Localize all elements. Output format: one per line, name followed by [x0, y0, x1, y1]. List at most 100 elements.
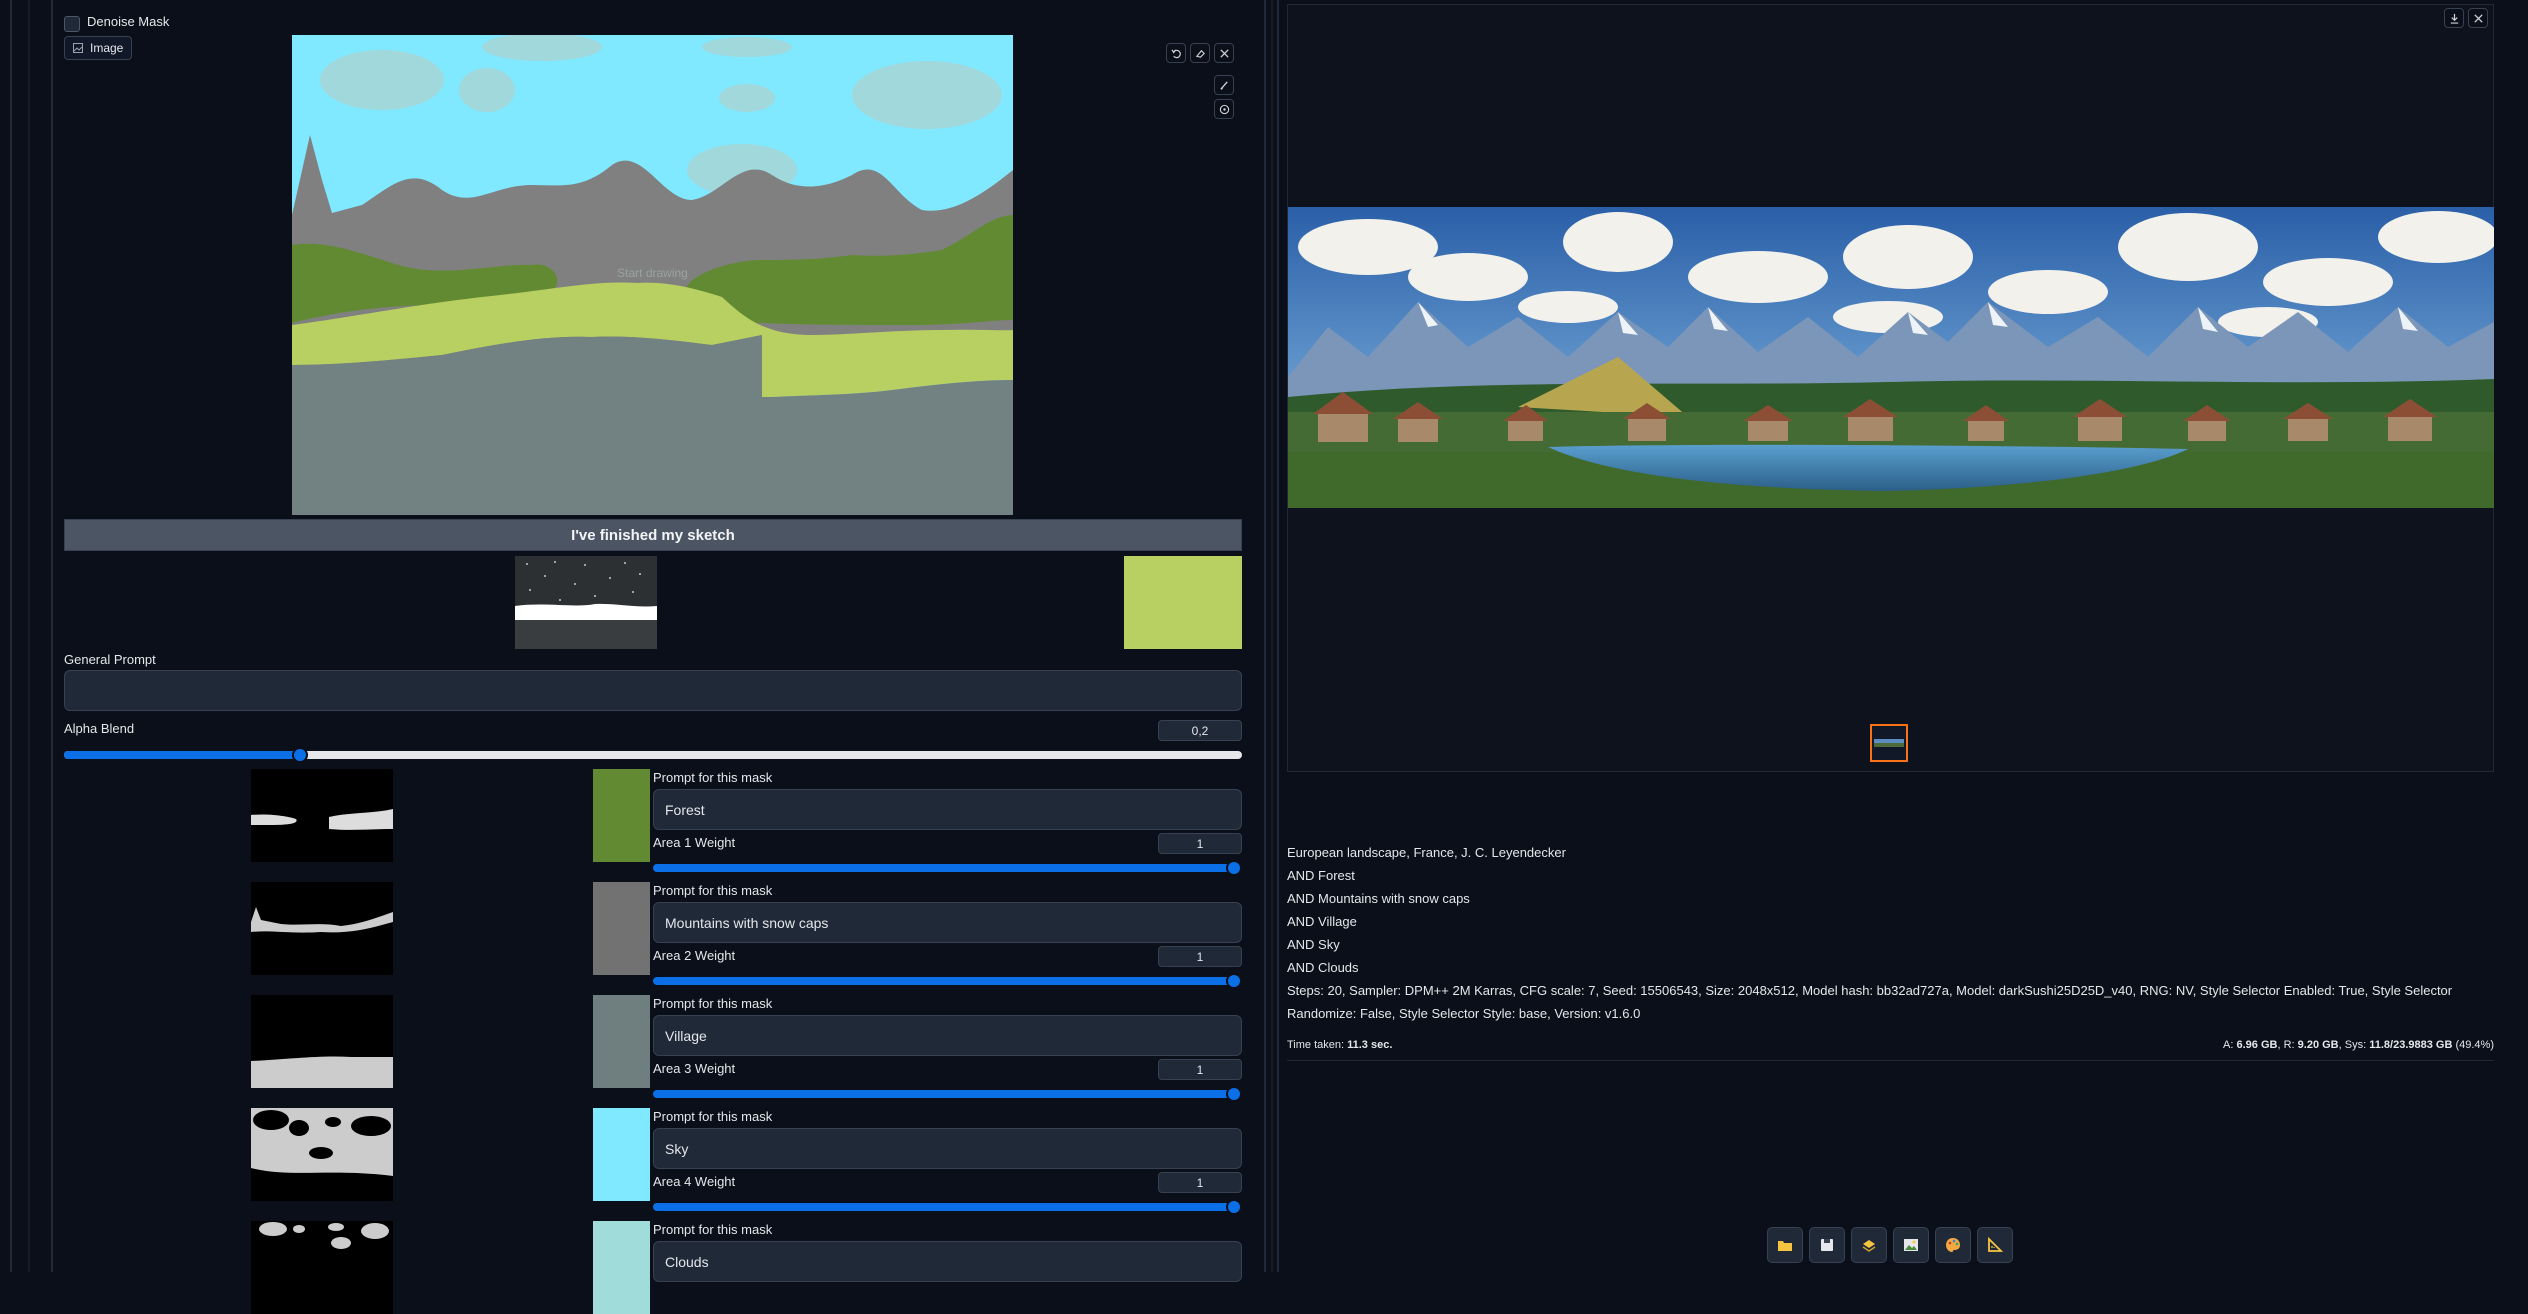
zip-icon — [1862, 1240, 1876, 1252]
column-divider — [1277, 0, 1279, 1272]
mask-weight-slider[interactable] — [653, 1090, 1235, 1098]
mask-weight-slider[interactable] — [653, 1203, 1235, 1211]
mask-weight-number[interactable]: 1 — [1158, 946, 1242, 967]
general-prompt-label: General Prompt — [64, 652, 156, 667]
image-tab-button[interactable]: Image — [64, 36, 132, 60]
brush-icon — [1219, 80, 1228, 90]
save-icon — [1821, 1239, 1833, 1251]
mask-weight-slider[interactable] — [653, 977, 1235, 985]
download-icon — [2450, 13, 2458, 24]
generation-params: Steps: 20, Sampler: DPM++ 2M Karras, CFG… — [1287, 983, 2453, 1021]
zip-button[interactable] — [1851, 1227, 1887, 1263]
mask-prompt-input[interactable]: Sky — [653, 1128, 1242, 1169]
mask-weight-number[interactable]: 1 — [1158, 833, 1242, 854]
combined-mask-image — [515, 556, 657, 649]
gallery-thumbnail[interactable] — [1870, 724, 1908, 762]
vram-r-label: R: — [2283, 1039, 2295, 1051]
generation-info-line: European landscape, France, J. C. Leyend… — [1287, 845, 1566, 860]
general-prompt-input[interactable] — [64, 670, 1242, 711]
mask-image — [251, 995, 393, 1088]
mask-prompt-input[interactable]: Clouds — [653, 1241, 1242, 1282]
mask-color-swatch[interactable] — [593, 1108, 650, 1201]
mask-weight-number[interactable]: 1 — [1158, 1172, 1242, 1193]
mask-prompt-label: Prompt for this mask — [653, 1222, 773, 1237]
canvas-placeholder: Start drawing — [617, 266, 688, 280]
mask-weight-thumb[interactable] — [1226, 1199, 1242, 1215]
alpha-blend-thumb[interactable] — [291, 747, 308, 763]
mask-thumbnail[interactable] — [251, 995, 393, 1088]
generation-info: European landscape, France, J. C. Leyend… — [1287, 841, 2487, 1025]
mask-weight-thumb[interactable] — [1226, 973, 1242, 989]
mask-thumbnail[interactable] — [251, 1221, 393, 1314]
column-divider — [1271, 0, 1273, 1272]
time-taken: Time taken: 11.3 sec. — [1287, 1039, 1392, 1051]
mask-weight-thumb[interactable] — [1226, 1086, 1242, 1102]
send-to-img2img-button[interactable] — [1893, 1227, 1929, 1263]
mask-prompt-label: Prompt for this mask — [653, 883, 773, 898]
mask-prompt-input[interactable]: Mountains with snow caps — [653, 902, 1242, 943]
mask-prompt-input[interactable]: Village — [653, 1015, 1242, 1056]
denoise-mask-checkbox[interactable] — [64, 16, 80, 32]
mask-prompt-input[interactable]: Forest — [653, 789, 1242, 830]
mask-weight-number[interactable]: 1 — [1158, 1059, 1242, 1080]
mask-weight-label: Area 3 Weight — [653, 1061, 736, 1076]
generation-info-line: AND Sky — [1287, 937, 1340, 952]
mask-weight-thumb[interactable] — [1226, 860, 1242, 876]
mask-thumbnail[interactable] — [251, 769, 393, 862]
mask-thumbnail[interactable] — [251, 1108, 393, 1201]
finish-sketch-button[interactable]: I've finished my sketch — [64, 519, 1242, 551]
close-canvas-button[interactable] — [1214, 43, 1234, 63]
vram-r-value: 9.20 GB — [2297, 1039, 2339, 1051]
send-to-extras-button[interactable] — [1977, 1227, 2013, 1263]
denoise-mask-label: Denoise Mask — [87, 14, 170, 29]
time-taken-label: Time taken: — [1287, 1039, 1345, 1051]
thumbnail-image — [1874, 739, 1904, 747]
vram-a-label: A: — [2223, 1039, 2234, 1051]
mask-image — [251, 769, 393, 862]
color-picker-button[interactable] — [1214, 99, 1234, 119]
undo-button[interactable] — [1166, 43, 1186, 63]
memory-stats: A: 6.96 GB, R: 9.20 GB, Sys: 11.8/23.988… — [2223, 1039, 2494, 1051]
page-border — [28, 0, 30, 1272]
send-to-inpaint-button[interactable] — [1935, 1227, 1971, 1263]
generation-info-line: AND Mountains with snow caps — [1287, 891, 1470, 906]
mask-weight-label: Area 4 Weight — [653, 1174, 736, 1189]
eraser-icon — [1195, 49, 1205, 58]
palette-icon — [1946, 1238, 1960, 1252]
ruler-icon — [1988, 1236, 2004, 1252]
image-tab-label: Image — [90, 41, 124, 55]
mask-color-swatch[interactable] — [593, 769, 650, 862]
save-button[interactable] — [1809, 1227, 1845, 1263]
divider — [1287, 1060, 2494, 1061]
page-border — [10, 0, 12, 1272]
palette-icon — [1219, 104, 1229, 114]
generated-image[interactable] — [1288, 207, 2494, 508]
generation-info-line: AND Forest — [1287, 868, 1355, 883]
vram-a-value: 6.96 GB — [2236, 1039, 2278, 1051]
download-button[interactable] — [2444, 8, 2464, 28]
sys-label: Sys: — [2344, 1039, 2367, 1051]
mask-thumbnail[interactable] — [251, 882, 393, 975]
alpha-blend-label: Alpha Blend — [64, 721, 135, 736]
open-folder-button[interactable] — [1767, 1227, 1803, 1263]
mask-color-swatch[interactable] — [593, 1221, 650, 1314]
sys-value: 11.8/23.9883 GB — [2369, 1039, 2453, 1051]
sketch-canvas[interactable]: Start drawing — [292, 35, 1013, 515]
mask-weight-slider[interactable] — [653, 864, 1235, 872]
close-icon — [1219, 48, 1229, 58]
alpha-blend-fill — [64, 751, 300, 759]
close-icon — [2473, 13, 2483, 23]
selected-color-swatch[interactable] — [1124, 556, 1242, 649]
combined-mask-preview[interactable] — [515, 556, 657, 649]
brush-button[interactable] — [1214, 75, 1234, 95]
close-gallery-button[interactable] — [2468, 8, 2488, 28]
mask-weight-label: Area 1 Weight — [653, 835, 736, 850]
mask-color-swatch[interactable] — [593, 882, 650, 975]
undo-icon — [1170, 49, 1181, 58]
image-icon — [1904, 1239, 1918, 1251]
mask-prompt-label: Prompt for this mask — [653, 996, 773, 1011]
column-divider — [1264, 0, 1266, 1272]
clear-button[interactable] — [1190, 43, 1210, 63]
mask-color-swatch[interactable] — [593, 995, 650, 1088]
alpha-blend-number[interactable]: 0,2 — [1158, 720, 1242, 741]
